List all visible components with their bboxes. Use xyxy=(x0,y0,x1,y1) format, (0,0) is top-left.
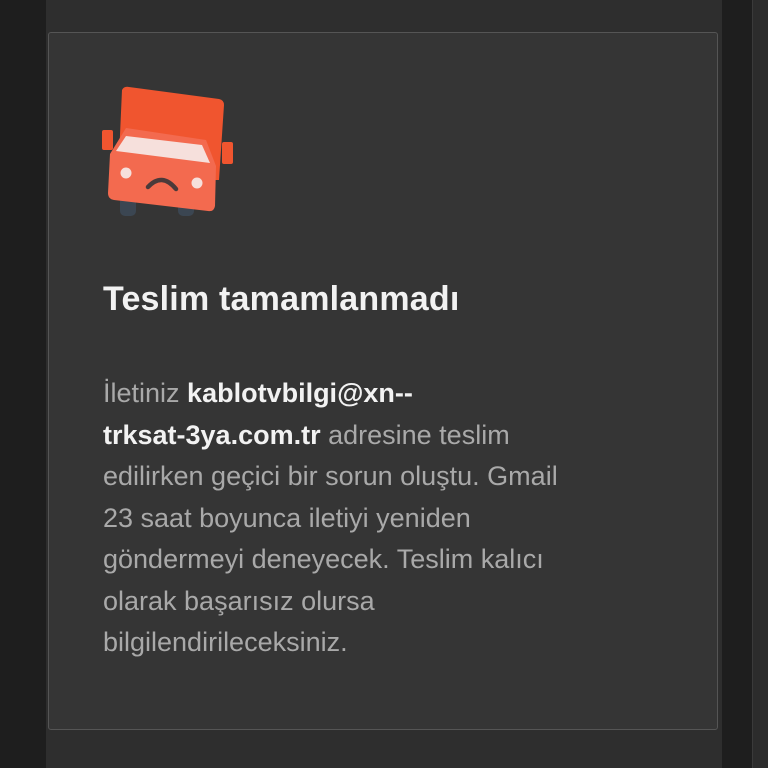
sad-delivery-truck-icon xyxy=(102,86,233,216)
message-line: edilirken geçici bir sorun oluştu. Gmail xyxy=(103,461,558,491)
notification-title: Teslim tamamlanmadı xyxy=(103,280,460,318)
recipient-address-part2: trksat-3ya.com.tr xyxy=(103,419,321,450)
left-margin xyxy=(0,0,46,768)
message-line: göndermeyi deneyecek. Teslim kalıcı xyxy=(103,544,544,574)
message-line: olarak başarısız olursa xyxy=(103,585,375,616)
scrollbar[interactable] xyxy=(752,0,768,768)
recipient-address-part1: kablotvbilgi@xn-- xyxy=(187,378,413,408)
message-prefix: İletiniz xyxy=(103,378,188,408)
mail-screen: Teslim tamamlanmadı İletiniz kablotvbilg… xyxy=(0,0,768,768)
message-line: bilgilendirileceksiniz. xyxy=(103,627,348,657)
message-line: 23 saat boyunca iletiyi yeniden xyxy=(103,502,471,533)
notification-message: İletiniz kablotvbilgi@xn-- trksat-3ya.com… xyxy=(103,373,663,664)
message-after-address: adresine teslim xyxy=(320,419,510,450)
